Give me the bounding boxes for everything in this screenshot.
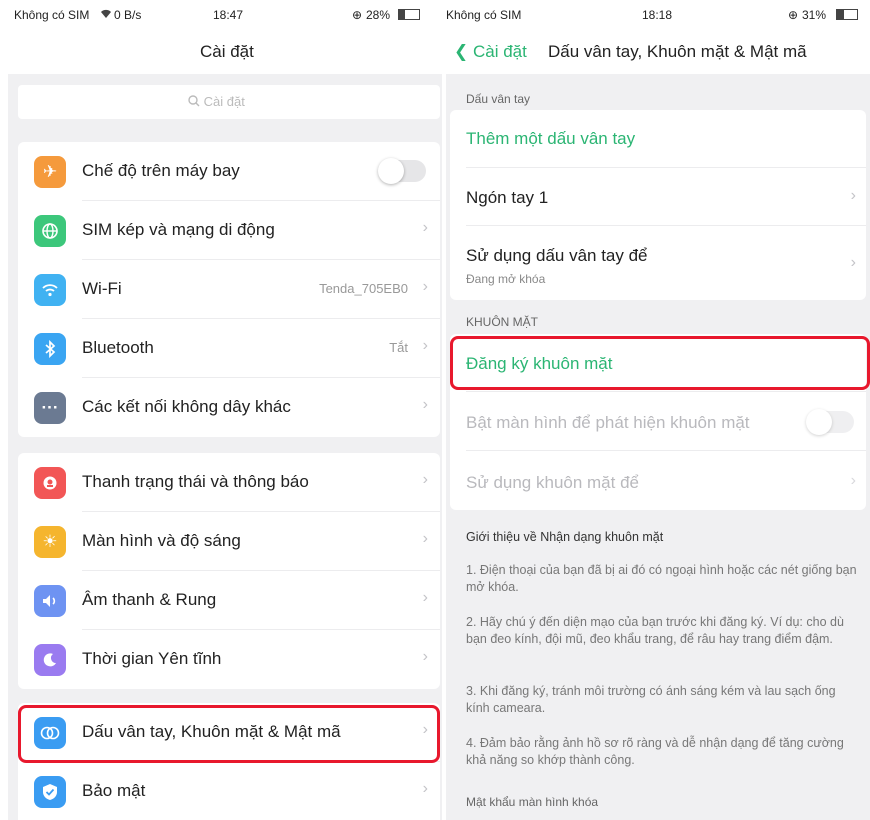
settings-item-quiet-time[interactable]: Thời gian Yên tĩnh ›: [18, 630, 440, 689]
back-button[interactable]: ❮ Cài đặt: [454, 42, 527, 62]
shield-icon: [34, 776, 66, 808]
battery-percent: 31%: [802, 8, 827, 22]
intro-title: Giới thiệu về Nhận dạng khuôn mặt: [466, 530, 664, 544]
clock: 18:18: [642, 8, 673, 22]
settings-item-label: Bảo mật: [82, 781, 146, 800]
wifi-network-name: Tenda_705EB0: [319, 281, 408, 296]
chevron-right-icon: ›: [422, 530, 428, 547]
chevron-right-icon: ›: [422, 471, 428, 488]
search-icon: [188, 94, 204, 109]
wake-screen-toggle[interactable]: [806, 409, 854, 435]
settings-item-label: Các kết nối không dây khác: [82, 397, 291, 416]
chevron-right-icon: ›: [422, 589, 428, 606]
moon-icon: [34, 644, 66, 676]
use-face-for-item[interactable]: Sử dụng khuôn mặt để ›: [450, 451, 866, 510]
brightness-icon: ☀: [34, 526, 66, 558]
status-bar: Không có SIM 0 B/s 18:47 ⊕ 28%: [8, 0, 442, 30]
battery-icon: [836, 9, 858, 20]
chevron-right-icon: ›: [850, 472, 856, 489]
nav-bar: ❮ Cài đặt Dấu vân tay, Khuôn mặt & Mật m…: [446, 30, 870, 74]
settings-item-label: SIM kép và mạng di động: [82, 220, 275, 239]
bluetooth-status: Tắt: [389, 340, 408, 355]
wifi-icon: [34, 274, 66, 306]
use-fingerprint-subtitle: Đang mở khóa: [466, 272, 546, 286]
battery-icon: [398, 9, 420, 20]
settings-item-label: Wi-Fi: [82, 279, 122, 298]
chevron-right-icon: ›: [850, 187, 856, 204]
highlight-box: [450, 336, 870, 390]
settings-panel: Không có SIM 0 B/s 18:47 ⊕ 28% Cài đặt C…: [8, 0, 442, 820]
page-title: Cài đặt: [200, 42, 254, 61]
bluetooth-icon: [34, 333, 66, 365]
alarm-icon: ⊕: [352, 8, 363, 22]
intro-paragraph-1: 1. Điện thoại của bạn đã bị ai đó có ngo…: [466, 563, 857, 594]
chevron-left-icon: ❮: [454, 42, 469, 61]
finger-1-item[interactable]: Ngón tay 1 ›: [450, 168, 866, 226]
search-placeholder: Cài đặt: [188, 94, 245, 109]
fingerprint-face-password-panel: Không có SIM 18:18 ⊕ 31% ❮ Cài đặt Dấu v…: [446, 0, 870, 820]
add-fingerprint-button[interactable]: Thêm một dấu vân tay: [450, 110, 866, 168]
settings-item-wifi[interactable]: Wi-Fi Tenda_705EB0 ›: [18, 260, 440, 319]
settings-item-label: Chế độ trên máy bay: [82, 161, 240, 180]
search-input[interactable]: Cài đặt: [18, 85, 440, 119]
clock: 18:47: [213, 8, 244, 22]
chevron-right-icon: ›: [422, 278, 428, 295]
face-section-header: KHUÔN MẶT: [466, 315, 538, 329]
status-bar: Không có SIM 18:18 ⊕ 31%: [446, 0, 870, 30]
settings-item-airplane-mode[interactable]: ✈ Chế độ trên máy bay: [18, 142, 440, 201]
nav-bar: Cài đặt: [8, 30, 442, 74]
battery-percent: 28%: [366, 8, 391, 22]
settings-item-label: Thanh trạng thái và thông báo: [82, 472, 309, 491]
settings-item-dual-sim[interactable]: SIM kép và mạng di động ›: [18, 201, 440, 260]
highlight-box: [18, 705, 440, 763]
settings-item-label: Bluetooth: [82, 338, 154, 357]
wifi-status-icon: [100, 8, 112, 22]
network-speed: 0 B/s: [114, 8, 142, 22]
settings-item-sound[interactable]: Âm thanh & Rung ›: [18, 571, 440, 630]
intro-paragraph-3: 3. Khi đăng ký, tránh môi trường có ánh …: [466, 684, 836, 715]
globe-icon: [34, 215, 66, 247]
airplane-icon: ✈: [34, 156, 66, 188]
airplane-mode-toggle[interactable]: [378, 158, 426, 184]
carrier-label: Không có SIM: [446, 8, 522, 22]
chevron-right-icon: ›: [422, 337, 428, 354]
intro-paragraph-2: 2. Hãy chú ý đến diện mạo của bạn trước …: [466, 615, 844, 646]
notification-icon: [34, 467, 66, 499]
settings-item-display[interactable]: ☀ Màn hình và độ sáng ›: [18, 512, 440, 571]
chevron-right-icon: ›: [422, 780, 428, 797]
chevron-right-icon: ›: [422, 396, 428, 413]
settings-item-other-wireless[interactable]: ··· Các kết nối không dây khác ›: [18, 378, 440, 437]
wake-screen-face-item[interactable]: Bật màn hình để phát hiện khuôn mặt: [450, 392, 866, 451]
fingerprint-group: Thêm một dấu vân tay Ngón tay 1 › Sử dụn…: [450, 110, 866, 300]
carrier-label: Không có SIM: [14, 8, 90, 22]
settings-item-bluetooth[interactable]: Bluetooth Tắt ›: [18, 319, 440, 378]
speaker-icon: [34, 585, 66, 617]
chevron-right-icon: ›: [850, 254, 856, 271]
lock-password-section-header: Mật khẩu màn hình khóa: [466, 795, 599, 809]
page-title: Dấu vân tay, Khuôn mặt & Mật mã: [548, 42, 807, 61]
intro-paragraph-4: 4. Đảm bảo rằng ảnh hồ sơ rõ ràng và dễ …: [466, 736, 844, 767]
chevron-right-icon: ›: [422, 648, 428, 665]
chevron-right-icon: ›: [422, 219, 428, 236]
connectivity-group: ✈ Chế độ trên máy bay SIM kép và mạng di…: [18, 142, 440, 437]
use-fingerprint-for-item[interactable]: Sử dụng dấu vân tay để Đang mở khóa ›: [450, 226, 866, 300]
settings-item-label: Âm thanh & Rung: [82, 590, 217, 609]
fingerprint-section-header: Dấu vân tay: [466, 92, 531, 106]
more-icon: ···: [34, 392, 66, 424]
settings-item-label: Thời gian Yên tĩnh: [82, 649, 222, 668]
settings-item-label: Màn hình và độ sáng: [82, 531, 241, 550]
settings-item-status-bar[interactable]: Thanh trạng thái và thông báo ›: [18, 453, 440, 512]
display-group: Thanh trạng thái và thông báo › ☀ Màn hì…: [18, 453, 440, 689]
settings-item-security[interactable]: Bảo mật ›: [18, 762, 440, 820]
alarm-icon: ⊕: [788, 8, 799, 22]
